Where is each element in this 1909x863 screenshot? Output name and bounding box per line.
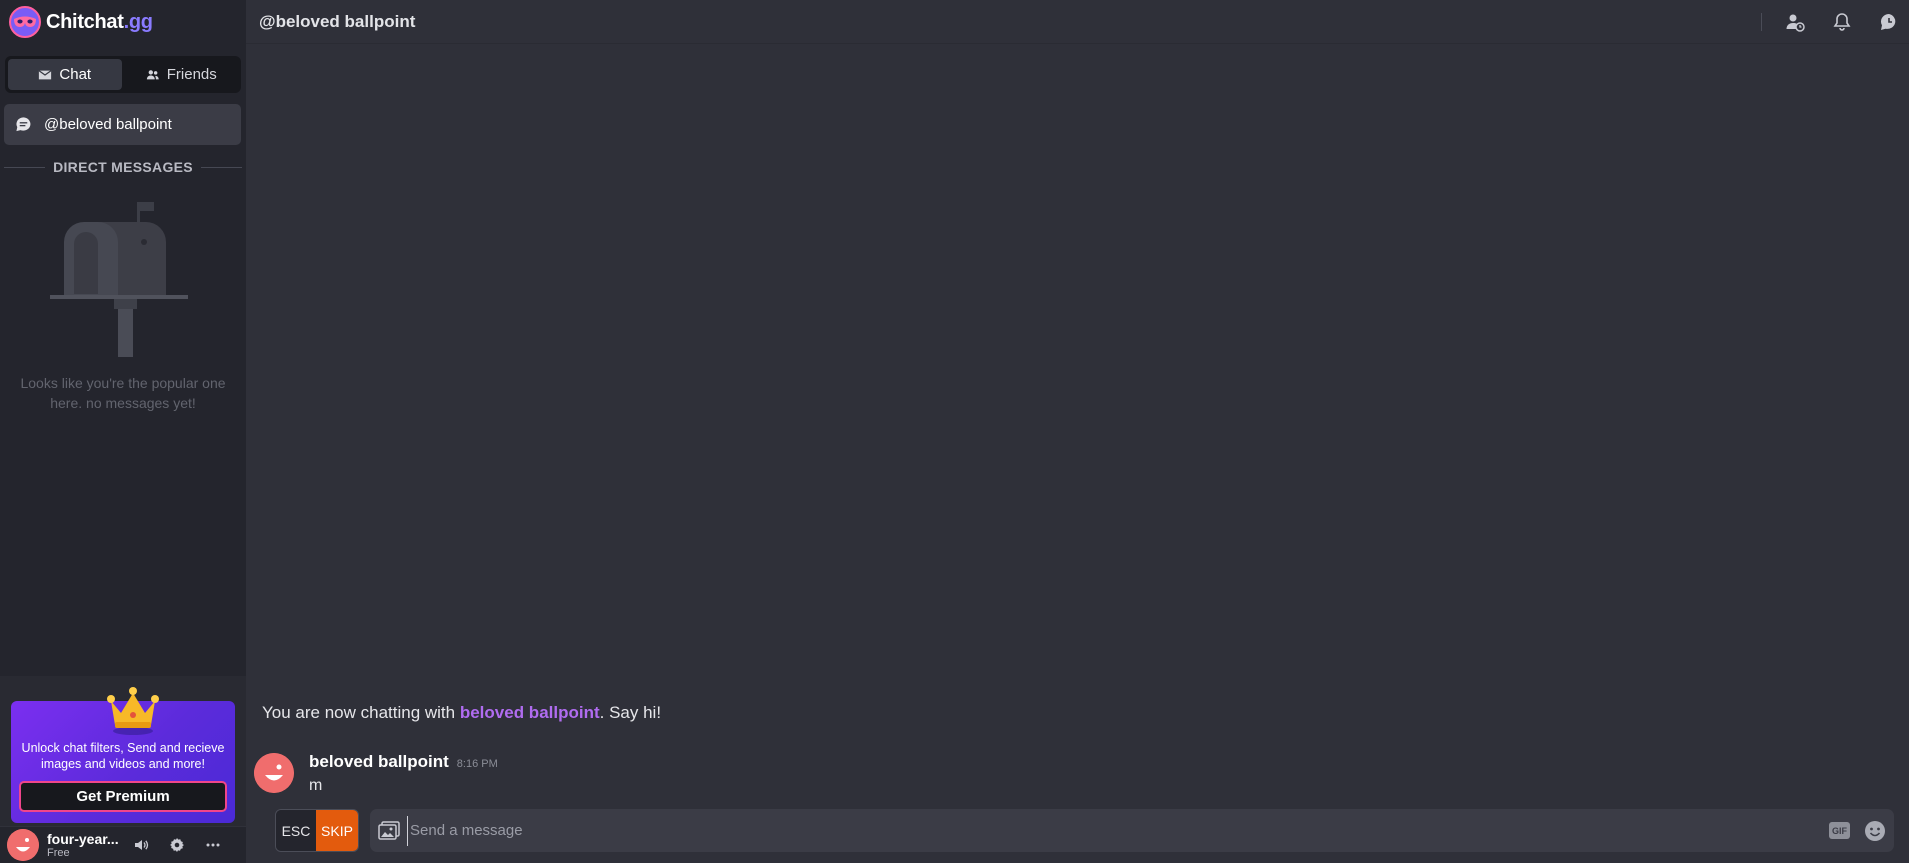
app-root: Chitchat.gg Chat Friends @beloved ballpo… — [0, 0, 1909, 863]
user-meta: four-year... Free — [47, 831, 127, 859]
chat-clock-icon — [1880, 13, 1896, 30]
people-icon — [146, 69, 159, 79]
avatar[interactable] — [254, 753, 294, 793]
chat-history-button[interactable] — [1876, 9, 1902, 35]
more-options-button[interactable] — [203, 835, 223, 855]
header-actions — [1761, 0, 1909, 44]
chat-message: beloved ballpoint 8:16 PM m — [254, 752, 498, 795]
divider-line — [200, 166, 243, 168]
mask-logo-icon — [9, 6, 41, 38]
message-text: m — [309, 777, 323, 794]
gif-button[interactable]: GIF — [1829, 822, 1850, 839]
user-plan: Free — [47, 847, 70, 859]
brand-logo[interactable]: Chitchat.gg — [0, 0, 246, 44]
tab-chat[interactable]: Chat — [8, 59, 122, 90]
message-header: beloved ballpoint 8:16 PM — [309, 752, 498, 772]
speaker-icon — [135, 840, 149, 850]
user-clock-icon — [1786, 14, 1805, 32]
user-panel: four-year... Free — [0, 826, 246, 863]
message-body: beloved ballpoint 8:16 PM m — [309, 752, 498, 795]
message-timestamp: 8:16 PM — [456, 758, 498, 770]
ellipsis-icon — [206, 843, 220, 847]
esc-button[interactable]: ESC — [276, 810, 316, 851]
get-premium-button[interactable]: Get Premium — [19, 781, 227, 812]
brand-name: Chitchat.gg — [46, 10, 153, 33]
settings-button[interactable] — [167, 835, 187, 855]
bell-icon — [1833, 13, 1851, 31]
message-input[interactable] — [407, 815, 1817, 846]
avatar-face-icon — [7, 829, 39, 861]
system-message: You are now chatting with beloved ballpo… — [262, 703, 661, 723]
skip-button[interactable]: SKIP — [316, 810, 358, 851]
mail-icon — [38, 69, 52, 79]
chat-bubble-icon — [16, 117, 31, 132]
page-title: @beloved ballpoint — [259, 11, 416, 31]
volume-button[interactable] — [131, 835, 151, 855]
empty-state-text: Looks like you're the popular one here. … — [20, 375, 226, 411]
message-input-box: GIF — [370, 809, 1894, 852]
chat-main: @beloved ballpoint You are now chatting … — [246, 0, 1909, 863]
premium-section: Unlock chat filters, Send and recieve im… — [0, 676, 246, 826]
chat-header: @beloved ballpoint — [246, 0, 1909, 44]
system-suffix: . Say hi! — [599, 703, 662, 722]
system-prefix: You are now chatting with — [262, 703, 460, 722]
image-upload-icon[interactable] — [378, 820, 400, 841]
sidebar: Chitchat.gg Chat Friends @beloved ballpo… — [0, 0, 246, 863]
avatar[interactable] — [7, 829, 39, 861]
premium-card: Unlock chat filters, Send and recieve im… — [11, 687, 235, 823]
composer: ESC SKIP GIF — [275, 809, 1894, 852]
notifications-button[interactable] — [1829, 9, 1855, 35]
current-chat-item[interactable]: @beloved ballpoint — [4, 104, 241, 145]
tab-friends-label: Friends — [166, 66, 217, 83]
current-chat-label: @beloved ballpoint — [44, 116, 172, 133]
divider-line — [4, 166, 46, 168]
message-author[interactable]: beloved ballpoint — [309, 752, 449, 772]
direct-messages-header: DIRECT MESSAGES — [4, 159, 243, 175]
tab-chat-label: Chat — [59, 66, 92, 83]
gear-icon — [170, 838, 184, 852]
add-friend-button[interactable] — [1782, 9, 1808, 35]
user-name: four-year... — [47, 831, 119, 847]
emoji-icon[interactable] — [1864, 820, 1886, 842]
header-divider — [1761, 13, 1762, 31]
partner-name-link[interactable]: beloved ballpoint — [460, 703, 600, 722]
tab-friends[interactable]: Friends — [125, 59, 239, 90]
crown-icon — [107, 687, 159, 735]
direct-messages-title: DIRECT MESSAGES — [53, 159, 193, 175]
esc-skip-control: ESC SKIP — [275, 809, 359, 852]
premium-description: Unlock chat filters, Send and recieve im… — [21, 741, 225, 771]
empty-mailbox-illustration — [50, 202, 188, 357]
sidebar-tabs: Chat Friends — [5, 56, 241, 93]
avatar-face-icon — [254, 753, 294, 793]
